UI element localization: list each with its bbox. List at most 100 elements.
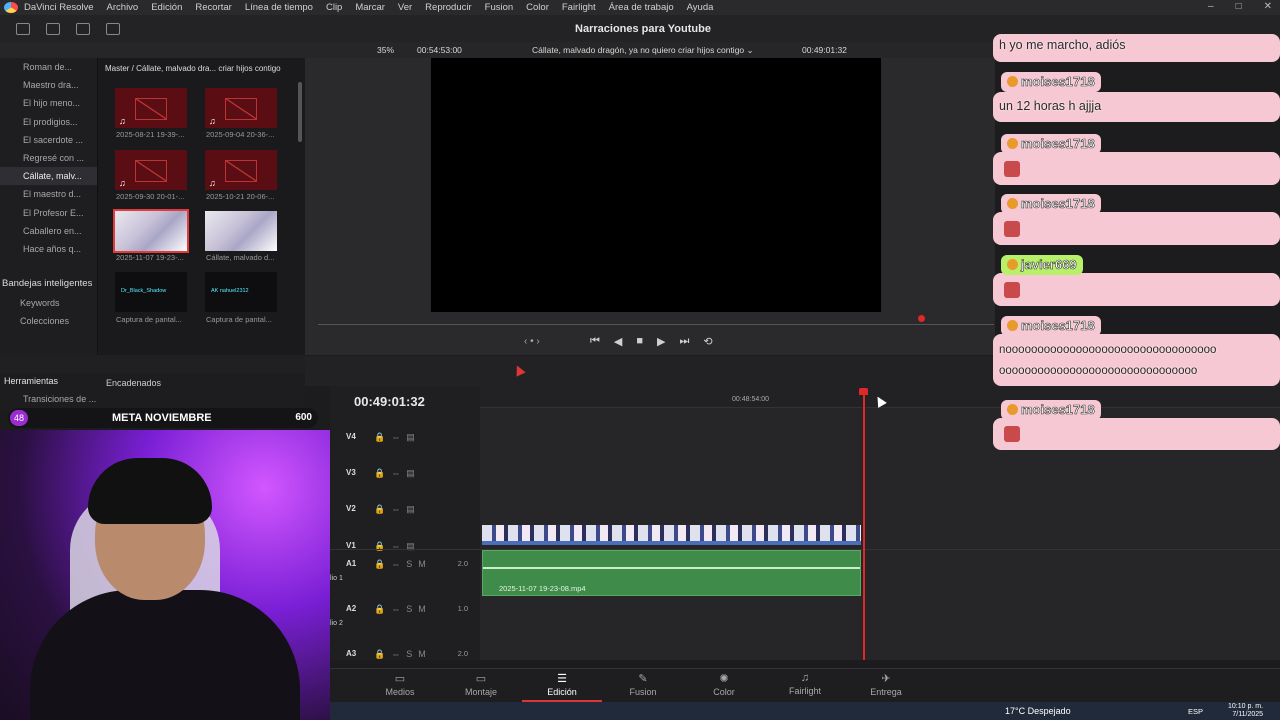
badge-icon — [1007, 76, 1018, 87]
track-controls-icon[interactable]: 🔒⇔SM — [374, 559, 432, 570]
bin-item[interactable]: El sacerdote ... — [0, 131, 97, 149]
audio-note-icon: ♫ — [209, 116, 216, 126]
effects-item[interactable]: Transiciones de ... — [23, 394, 96, 404]
track-controls-icon[interactable]: 🔒⇔SM — [374, 604, 432, 615]
bin-item[interactable]: Roman de... — [0, 58, 97, 76]
clip-thumbnail[interactable]: ♫ — [115, 88, 187, 128]
screenshot-thumbnail[interactable]: Dr_Black_Shadow — [115, 272, 187, 312]
play-icon[interactable]: ▶ — [657, 335, 665, 348]
track-controls-icon[interactable]: 🔒⇔▤ — [374, 468, 421, 479]
menu-linea-de-tiempo[interactable]: Línea de tiempo — [245, 2, 313, 13]
page-tab-label: Color — [713, 687, 735, 697]
menu-marcar[interactable]: Marcar — [355, 2, 385, 13]
close-icon[interactable]: ✕ — [1264, 1, 1272, 12]
video-clip[interactable] — [482, 525, 861, 545]
clip-thumbnail[interactable]: ♫ — [205, 88, 277, 128]
timeline-timecode: 00:49:01:32 — [354, 394, 425, 409]
clip-thumbnail[interactable]: ♫ — [205, 150, 277, 190]
go-to-end-icon[interactable]: ⏭ — [680, 335, 690, 348]
chat-message — [993, 152, 1280, 185]
bin-item[interactable]: El prodigios... — [0, 113, 97, 131]
chat-text: h yo me marcho, adiós — [999, 38, 1126, 52]
effects-section-title: Encadenados — [106, 378, 162, 388]
viewer-timecode: 00:49:01:32 — [802, 45, 847, 55]
davinci-logo-icon — [4, 2, 18, 13]
menu-color[interactable]: Color — [526, 2, 549, 13]
screenshot-thumbnail[interactable]: AK nahuel2312 — [205, 272, 277, 312]
page-tab-montaje[interactable]: ▭ Montaje — [441, 672, 521, 697]
effects-tools-title[interactable]: Herramientas — [4, 376, 58, 386]
playhead[interactable] — [863, 390, 865, 660]
chat-username: moises1718 — [1001, 194, 1101, 214]
track-controls-icon[interactable]: 🔒⇔SM — [374, 649, 432, 660]
step-back-icon[interactable]: ◀ — [614, 335, 622, 348]
scrubber-playhead[interactable] — [918, 315, 925, 322]
badge-icon — [1007, 259, 1018, 270]
menu-area-de-trabajo[interactable]: Área de trabajo — [609, 2, 674, 13]
page-tab-entrega[interactable]: ✈ Entrega — [846, 672, 926, 697]
menu-fusion[interactable]: Fusion — [485, 2, 514, 13]
streamer-body — [30, 590, 300, 720]
bin-item[interactable]: El maestro d... — [0, 185, 97, 203]
menu-ayuda[interactable]: Ayuda — [687, 2, 714, 13]
clip-name: 2025-09-04 20-36-... — [206, 130, 275, 139]
page-tab-fusion[interactable]: ✎ Fusion — [603, 672, 683, 697]
page-tab-medios[interactable]: ▭ Medios — [360, 672, 440, 697]
track-volume: 2.0 — [457, 649, 468, 658]
timeline-selector[interactable]: Cállate, malvado dragón, ya no quiero cr… — [532, 45, 754, 56]
media-page-icon: ▭ — [394, 673, 406, 685]
track-label: lio 1 — [330, 575, 343, 582]
page-tab-fairlight[interactable]: ♫ Fairlight — [765, 672, 845, 696]
jog-control[interactable]: ‹ • › — [524, 336, 540, 347]
smart-bins-title: Bandejas inteligentes — [2, 278, 93, 289]
username-text: moises1718 — [1021, 74, 1095, 90]
smart-bin-keywords[interactable]: Keywords — [20, 298, 60, 308]
clock-date: 7/11/2025 — [1232, 711, 1264, 718]
username-text: moises1718 — [1021, 318, 1095, 334]
clip-thumbnail[interactable]: ♫ — [115, 150, 187, 190]
clip-thumbnail-selected[interactable] — [113, 209, 189, 253]
bin-item[interactable]: El hijo meno... — [0, 94, 97, 112]
clip-name: Captura de pantal... — [116, 315, 182, 324]
badge-icon — [1007, 138, 1018, 149]
zoom-level[interactable]: 35% — [377, 45, 394, 55]
track-controls-icon[interactable]: 🔒⇔▤ — [374, 504, 421, 515]
badge-icon — [1007, 320, 1018, 331]
weather-widget[interactable]: 17°C Despejado — [1005, 706, 1071, 716]
media-pool-scrollbar[interactable] — [298, 82, 302, 142]
system-clock[interactable]: 10:10 p. m. 7/11/2025 — [1228, 703, 1263, 719]
track-controls-icon[interactable]: 🔒⇔▤ — [374, 541, 421, 552]
page-tab-edicion[interactable]: ☰ Edición — [522, 672, 602, 702]
bin-item[interactable]: Caballero en... — [0, 222, 97, 240]
os-taskbar: 17°C Despejado ESP 10:10 p. m. 7/11/2025 — [330, 702, 1280, 720]
page-navigation: ▭ Medios ▭ Montaje ☰ Edición ✎ Fusion ✺ Color… — [330, 668, 1280, 702]
maximize-icon[interactable]: □ — [1236, 1, 1242, 12]
menu-clip[interactable]: Clip — [326, 2, 342, 13]
bin-item[interactable]: Maestro dra... — [0, 76, 97, 94]
bin-item[interactable]: Regresé con ... — [0, 149, 97, 167]
menu-ver[interactable]: Ver — [398, 2, 412, 13]
page-tab-color[interactable]: ✺ Color — [684, 672, 764, 697]
go-to-start-icon[interactable]: ⏮ — [590, 335, 600, 348]
menu-recortar[interactable]: Recortar — [195, 2, 231, 13]
menu-edicion[interactable]: Edición — [151, 2, 182, 13]
window-controls: – □ ✕ — [1208, 1, 1272, 12]
loop-icon[interactable]: ⟲ — [703, 335, 712, 348]
menu-reproducir[interactable]: Reproducir — [425, 2, 471, 13]
selection-tool-icon[interactable] — [512, 363, 526, 377]
menu-fairlight[interactable]: Fairlight — [562, 2, 596, 13]
bin-item[interactable]: El Profesor E... — [0, 204, 97, 222]
menu-archivo[interactable]: Archivo — [107, 2, 139, 13]
clip-thumbnail[interactable] — [205, 211, 277, 251]
stop-icon[interactable]: ■ — [636, 335, 643, 348]
audio-clip[interactable]: 2025-11-07 19-23-08.mp4 — [482, 550, 861, 596]
language-indicator[interactable]: ESP — [1188, 707, 1203, 716]
bin-item-active[interactable]: Cállate, malv... — [0, 167, 97, 186]
track-controls-icon[interactable]: 🔒⇔▤ — [374, 432, 421, 443]
smart-bin-collections[interactable]: Colecciones — [20, 316, 69, 326]
clip-name: 2025-10-21 20-06-... — [206, 192, 275, 201]
clip-name: 2025-11-07 19-23-... — [116, 253, 184, 262]
viewer-scrubber[interactable] — [318, 324, 994, 325]
bin-item[interactable]: Hace años q... — [0, 240, 97, 258]
minimize-icon[interactable]: – — [1208, 1, 1214, 12]
